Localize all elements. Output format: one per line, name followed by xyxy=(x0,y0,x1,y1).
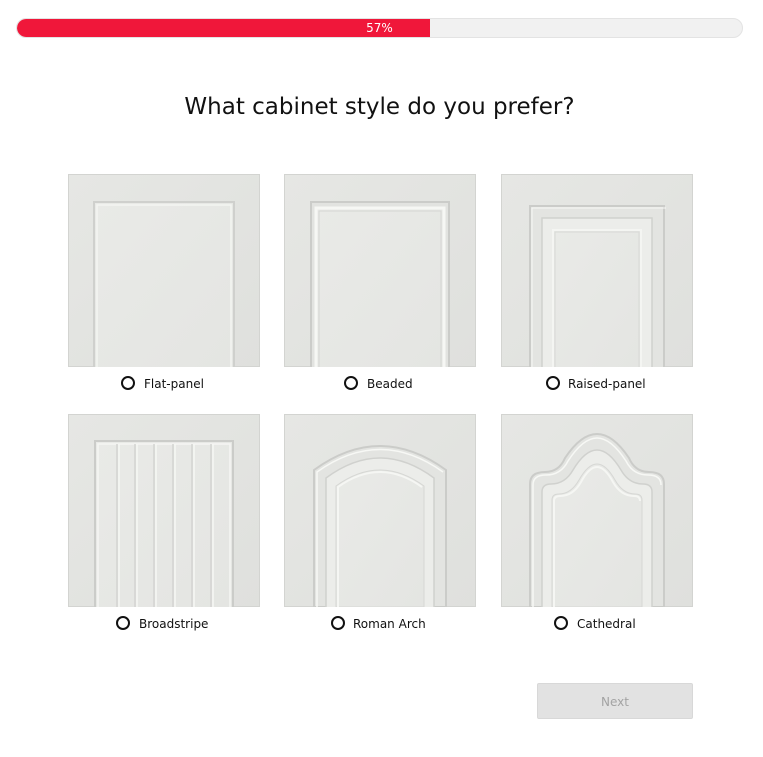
option-label-broadstripe: Broadstripe xyxy=(139,617,209,631)
next-button[interactable]: Next xyxy=(537,683,693,719)
option-label-roman-arch: Roman Arch xyxy=(353,617,426,631)
question-title: What cabinet style do you prefer? xyxy=(184,94,575,120)
option-broadstripe[interactable]: Broadstripe xyxy=(68,414,260,631)
radio-roman-arch[interactable] xyxy=(331,616,345,630)
roman-arch-door-image xyxy=(284,414,476,607)
beaded-door-image xyxy=(284,174,476,367)
progress-label: 57% xyxy=(366,21,393,35)
option-label-beaded: Beaded xyxy=(367,377,413,391)
radio-flat-panel[interactable] xyxy=(121,376,135,390)
option-raised-panel[interactable]: Raised-panel xyxy=(501,174,693,391)
radio-beaded[interactable] xyxy=(344,376,358,390)
option-roman-arch[interactable]: Roman Arch xyxy=(284,414,476,631)
broadstripe-door-image xyxy=(68,414,260,607)
radio-broadstripe[interactable] xyxy=(116,616,130,630)
option-flat-panel[interactable]: Flat-panel xyxy=(68,174,260,391)
radio-raised-panel[interactable] xyxy=(546,376,560,390)
option-label-flat-panel: Flat-panel xyxy=(144,377,204,391)
option-beaded[interactable]: Beaded xyxy=(284,174,476,391)
flat-panel-door-image xyxy=(68,174,260,367)
progress-bar: 57% xyxy=(16,18,743,38)
radio-cathedral[interactable] xyxy=(554,616,568,630)
cathedral-door-image xyxy=(501,414,693,607)
raised-panel-door-image xyxy=(501,174,693,367)
option-label-cathedral: Cathedral xyxy=(577,617,636,631)
option-label-raised-panel: Raised-panel xyxy=(568,377,646,391)
option-cathedral[interactable]: Cathedral xyxy=(501,414,693,631)
